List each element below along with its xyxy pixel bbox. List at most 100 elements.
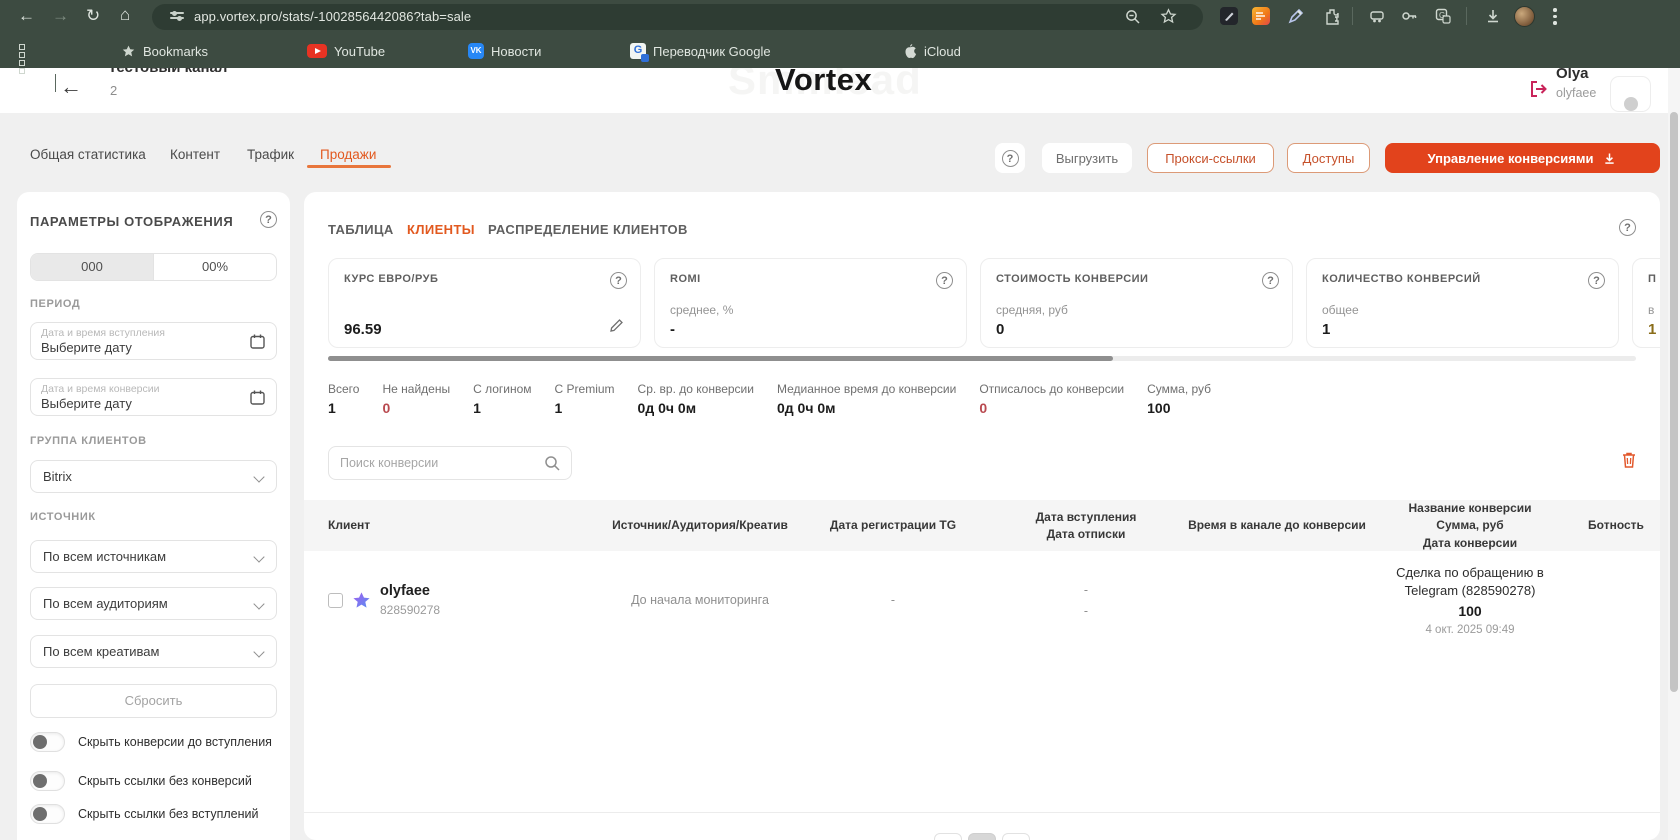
value-format-switch[interactable]: 000 00% [30,253,277,281]
channel-count: 2 [110,83,117,98]
profile-avatar[interactable] [1514,6,1535,27]
help-button[interactable]: ? [995,143,1025,173]
chrome-menu-icon[interactable] [1553,8,1557,28]
apple-icon [903,43,917,59]
table-header: Клиент Источник/Аудитория/Креатив Дата р… [304,500,1660,551]
manage-conversions-button[interactable]: Управление конверсиями [1385,143,1660,173]
format-absolute-option[interactable]: 000 [31,254,153,280]
stat-median-time: Медианное время до конверсии0д 0ч 0м [777,382,956,416]
next-page-button[interactable] [1002,833,1030,840]
bookmarks-separator [55,74,56,92]
reset-button[interactable]: Сбросить [30,684,277,718]
zoom-icon[interactable] [1125,9,1141,25]
search-input[interactable] [340,448,535,478]
edit-icon[interactable] [608,317,625,334]
prev-page-button[interactable] [934,833,962,840]
eyedropper-extension-icon[interactable] [1287,7,1305,25]
tab-general-stats[interactable]: Общая статистика [30,147,146,162]
avatar-card[interactable] [1610,76,1651,112]
client-name[interactable]: olyfaee [380,582,440,600]
avatar [1624,97,1638,111]
forward-icon[interactable]: → [52,7,69,24]
bookmark-star-icon[interactable] [1160,8,1177,25]
col-conversion: Название конверсииСумма, рубДата конверс… [1368,500,1572,552]
delete-icon[interactable] [1620,450,1638,469]
conversion-sum: 100 [1368,602,1572,620]
col-source: Источник/Аудитория/Креатив [600,517,800,534]
sidebar-help-icon[interactable]: ? [260,210,277,228]
downloads-icon[interactable] [1484,7,1502,25]
calendar-icon[interactable] [249,389,266,406]
metric-cards-row: КУРС ЕВРО/РУБ ? 96.59 ROMI ? среднее, % … [328,258,1660,348]
scrollbar-thumb[interactable] [1670,112,1678,692]
join-date-field[interactable]: Дата и время вступления Выберите дату [30,322,277,360]
tab-content[interactable]: Контент [170,147,220,162]
active-tab-indicator [307,165,391,168]
notes-extension-icon[interactable] [1220,7,1238,25]
hide-links-no-joins-toggle-row: Скрыть ссылки без вступлений [30,802,282,826]
proxy-links-button[interactable]: Прокси-ссылки [1147,143,1274,173]
horizontal-scrollbar[interactable] [328,356,1636,361]
tab-table[interactable]: ТАБЛИЦА [328,222,394,237]
client-group-select[interactable]: Bitrix [30,460,277,493]
sources-select[interactable]: По всем источникам [30,540,277,573]
calendar-icon[interactable] [249,333,266,350]
toggle-switch[interactable] [30,732,65,752]
address-bar[interactable]: app.vortex.pro/stats/-1002856442086?tab=… [152,4,1203,30]
audiences-select[interactable]: По всем аудиториям [30,587,277,620]
format-percent-option[interactable]: 00% [153,254,276,280]
creatives-select[interactable]: По всем креативам [30,635,277,668]
source-cell: До начала мониторинга [600,590,800,611]
tab-sales[interactable]: Продажи [320,147,376,162]
bookmark-item-translate[interactable]: G Переводчик Google [630,41,771,61]
stat-avg-time: Ср. вр. до конверсии0д 0ч 0м [638,382,754,416]
card-help-icon[interactable]: ? [1262,271,1279,289]
row-checkbox[interactable] [328,593,343,608]
translate-toolbar-icon[interactable]: G [1434,7,1452,25]
export-button[interactable]: Выгрузить [1042,143,1132,173]
panel-help-icon[interactable]: ? [1619,218,1636,236]
current-page-button[interactable] [968,833,996,840]
site-settings-icon[interactable] [170,11,184,23]
password-key-icon[interactable] [1400,7,1418,25]
bookmark-item-news[interactable]: VK Новости [468,41,541,61]
tab-clients[interactable]: КЛИЕНТЫ [407,222,475,237]
bookmark-item-bookmarks[interactable]: Bookmarks [121,41,208,61]
logout-icon[interactable] [1528,79,1548,99]
search-icon[interactable] [544,455,561,472]
toolbar-separator [1466,7,1467,25]
scrollbar-thumb[interactable] [328,356,1113,361]
toggle-switch[interactable] [30,771,65,791]
bookmark-item-youtube[interactable]: YouTube [307,41,385,61]
client-cell: olyfaee 828590278 [304,582,600,621]
table-row[interactable]: olyfaee 828590278 До начала мониторинга … [304,551,1660,651]
tab-client-distribution[interactable]: РАСПРЕДЕЛЕНИЕ КЛИЕНТОВ [488,222,688,237]
client-id: 828590278 [380,600,440,620]
col-client: Клиент [304,517,600,534]
card-help-icon[interactable]: ? [1588,271,1605,289]
tab-traffic[interactable]: Трафик [247,147,294,162]
card-help-icon[interactable]: ? [610,271,627,289]
reload-icon[interactable]: ↻ [86,7,100,24]
extensions-puzzle-icon[interactable] [1323,7,1341,25]
toggle-switch[interactable] [30,804,65,824]
stat-total: Всего1 [328,382,359,416]
access-button[interactable]: Доступы [1287,143,1370,173]
back-icon[interactable]: ← [18,7,35,24]
conversion-date-field[interactable]: Дата и время конверсии Выберите дату [30,378,277,416]
sidebar-title: ПАРАМЕТРЫ ОТОБРАЖЕНИЯ [30,214,277,229]
stat-sum: Сумма, руб100 [1147,382,1211,416]
sticky-note-extension-icon[interactable] [1252,7,1270,25]
bookmark-item-icloud[interactable]: iCloud [903,41,961,61]
back-button[interactable]: ← [60,74,82,100]
page-scrollbar[interactable] [1668,68,1680,840]
conversion-date: 4 окт. 2025 09:49 [1368,623,1572,638]
cart-extension-icon[interactable] [1368,7,1386,25]
user-name[interactable]: Olya [1556,68,1589,82]
apps-grid-icon[interactable] [19,41,33,61]
card-help-icon[interactable]: ? [936,271,953,289]
url-text[interactable]: app.vortex.pro/stats/-1002856442086?tab=… [194,9,471,24]
tg-registration-cell: - [800,590,986,611]
conversion-count-card: КОЛИЧЕСТВО КОНВЕРСИЙ ? общее 1 [1306,258,1619,348]
home-icon[interactable]: ⌂ [120,6,130,23]
